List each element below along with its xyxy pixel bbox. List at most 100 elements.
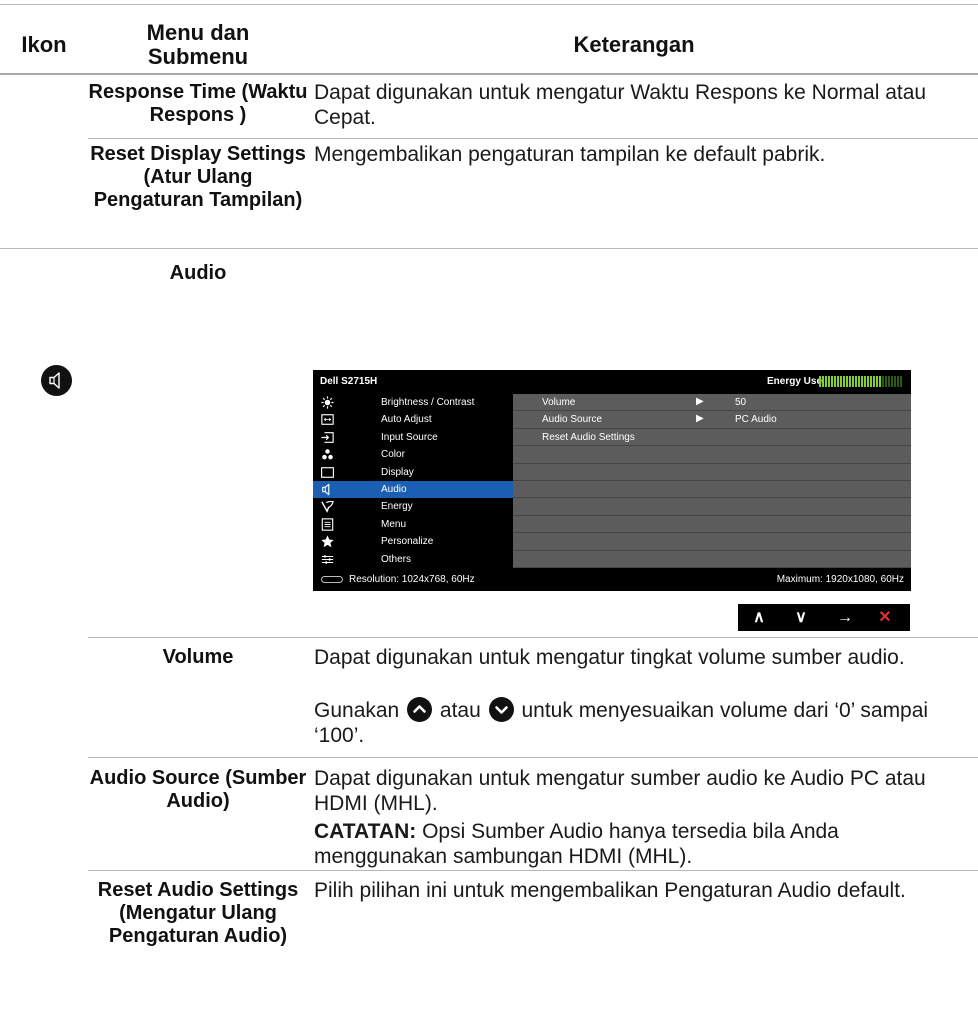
energy-segment — [843, 376, 845, 387]
osd-menu-label: Display — [381, 466, 414, 478]
energy-segment — [846, 376, 848, 387]
speaker-icon — [41, 365, 72, 396]
header-rule — [0, 73, 978, 75]
note-audio-source: CATATAN: Opsi Sumber Audio hanya tersedi… — [314, 819, 954, 869]
up-icon[interactable]: ∧ — [744, 604, 774, 631]
osd-status-bar: Resolution: 1024x768, 60Hz Maximum: 1920… — [313, 568, 911, 591]
osd-resolution: Resolution: 1024x768, 60Hz — [349, 574, 475, 585]
desc-volume-text-a: Gunakan — [314, 699, 400, 722]
osd-setting-value: PC Audio — [735, 414, 777, 426]
energy-segment — [891, 376, 893, 387]
brightness-icon — [321, 396, 334, 409]
desc-response-time: Dapat digunakan untuk mengatur Waktu Res… — [314, 81, 927, 129]
down-icon[interactable]: ∨ — [786, 604, 816, 631]
energy-segment — [867, 376, 869, 387]
osd-menu-item[interactable]: Display — [313, 464, 513, 481]
top-rule — [0, 4, 978, 5]
play-arrow-icon: ▶ — [696, 413, 704, 425]
osd-maximum: Maximum: 1920x1080, 60Hz — [776, 574, 904, 585]
osd-menu-label: Menu — [381, 518, 407, 530]
osd-menu-item[interactable]: Brightness / Contrast — [313, 394, 513, 411]
energy-segment — [819, 376, 821, 387]
energy-segment — [894, 376, 896, 387]
energy-segment — [849, 376, 851, 387]
row-rule — [88, 757, 978, 758]
menu-audio: Audio — [169, 262, 227, 284]
osd-setting-label: Volume — [542, 397, 576, 408]
menu-reset-audio: Reset Audio Settings (Mengatur Ulang Pen… — [97, 879, 299, 947]
energy-segment — [861, 376, 863, 387]
up-button-icon — [407, 697, 433, 722]
vga-connector-icon — [321, 576, 343, 583]
others-icon — [321, 554, 334, 564]
osd-menu-item[interactable]: Audio — [313, 481, 513, 499]
desc-volume: Dapat digunakan untuk mengatur tingkat v… — [314, 646, 905, 669]
menu-icon — [321, 518, 334, 531]
osd-menu-item[interactable]: Energy — [313, 498, 513, 515]
osd-menu-label: Personalize — [381, 536, 434, 548]
input-source-icon — [321, 431, 334, 443]
osd-empty-row — [513, 550, 911, 568]
osd-empty-row — [513, 515, 911, 534]
osd-setting-label: Audio Source — [542, 414, 603, 426]
menu-response-time: Response Time (Waktu Respons ) — [88, 81, 308, 126]
desc-volume-text-b: atau — [439, 699, 481, 722]
osd-empty-row — [513, 481, 911, 499]
osd-menu-item[interactable]: Others — [313, 551, 513, 568]
row-rule — [88, 138, 978, 139]
play-arrow-icon: ▶ — [696, 396, 704, 407]
row-rule — [88, 870, 978, 871]
energy-segment — [864, 376, 866, 387]
close-icon[interactable]: ✕ — [870, 604, 900, 631]
osd-menu-item[interactable]: Input Source — [313, 429, 513, 446]
desc-volume-usage: Gunakan atau untuk menyesuaikan volume d… — [314, 697, 954, 748]
osd-menu-label: Energy — [381, 501, 413, 513]
osd-energy-label: Energy Use — [767, 376, 823, 387]
osd-menu-item[interactable]: Personalize — [313, 533, 513, 550]
audio-icon — [322, 483, 330, 496]
osd-empty-row — [513, 446, 911, 464]
osd-menu: Brightness / Contrast Auto Adjust Input So… — [313, 394, 513, 568]
energy-segment — [828, 376, 830, 387]
row-rule — [88, 637, 978, 638]
osd-menu-label: Brightness / Contrast — [381, 397, 475, 408]
energy-segment — [870, 376, 872, 387]
osd-model: Dell S2715H — [320, 376, 378, 387]
energy-segment — [873, 376, 875, 387]
right-arrow-icon[interactable]: → — [830, 604, 860, 631]
desc-audio-source: Dapat digunakan untuk mengatur sumber au… — [314, 767, 926, 815]
energy-segment — [882, 376, 884, 387]
osd-menu-label: Audio — [381, 484, 407, 495]
energy-segment — [837, 376, 839, 387]
display-icon — [321, 466, 334, 478]
energy-segment — [888, 376, 890, 387]
energy-segment — [858, 376, 860, 387]
osd-menu-label: Input Source — [381, 431, 438, 443]
auto-adjust-icon — [321, 414, 334, 426]
personalize-icon — [321, 535, 334, 548]
energy-segment — [822, 376, 824, 387]
osd-setting-row[interactable]: Volume ▶ 50 — [513, 394, 911, 412]
osd-menu-item[interactable]: Menu — [313, 516, 513, 533]
osd-menu-label: Others — [381, 553, 412, 565]
header-menu: Menu dan Submenu — [146, 20, 250, 69]
energy-icon — [321, 501, 334, 514]
osd-menu-label: Auto Adjust — [381, 414, 432, 426]
energy-segment — [879, 376, 881, 387]
header-icon: Ikon — [21, 32, 67, 57]
energy-segment — [852, 376, 854, 387]
color-icon — [322, 449, 333, 460]
osd-title-bar: Dell S2715H Energy Use — [313, 370, 911, 394]
energy-segment — [840, 376, 842, 387]
menu-reset-display: Reset Display Settings (Atur Ulang Penga… — [90, 143, 306, 211]
osd-setting-row[interactable]: Audio Source ▶ PC Audio — [513, 411, 911, 429]
energy-meter — [819, 376, 902, 387]
osd-menu-item[interactable]: Color — [313, 446, 513, 463]
section-rule — [0, 248, 978, 249]
osd-setting-row[interactable]: Reset Audio Settings — [513, 428, 911, 447]
osd-setting-value: 50 — [735, 397, 747, 408]
menu-audio-source: Audio Source (Sumber Audio) — [89, 767, 307, 812]
energy-segment — [855, 376, 857, 387]
energy-segment — [897, 376, 899, 387]
osd-menu-item[interactable]: Auto Adjust — [313, 411, 513, 428]
